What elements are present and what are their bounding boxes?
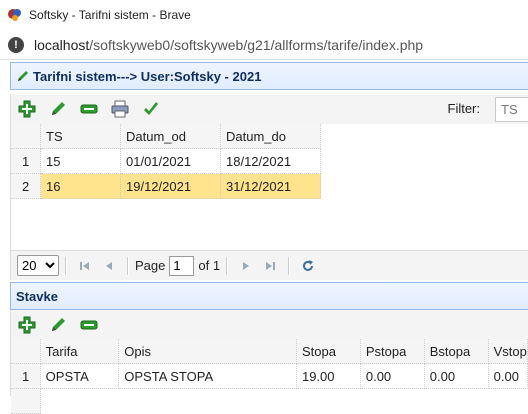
print-icon[interactable] bbox=[110, 99, 130, 119]
filter-input[interactable] bbox=[495, 97, 528, 122]
save-icon[interactable] bbox=[141, 99, 161, 119]
pager-separator bbox=[65, 256, 67, 275]
page-number-input[interactable] bbox=[169, 255, 195, 276]
column-header-pstopa[interactable]: Pstopa bbox=[360, 339, 425, 364]
cell-bstopa[interactable]: 0.00 bbox=[424, 364, 489, 389]
row-number: 2 bbox=[11, 174, 41, 199]
remove-icon[interactable] bbox=[79, 99, 99, 119]
cell-ts[interactable]: 16 bbox=[41, 174, 121, 199]
cell-datum-do[interactable]: 31/12/2021 bbox=[221, 174, 321, 199]
cell-stopa[interactable]: 19.00 bbox=[296, 364, 361, 389]
column-header-datum-do[interactable]: Datum_do bbox=[221, 124, 321, 149]
stavke-toolbar bbox=[10, 310, 528, 340]
column-header-vstop[interactable]: Vstop bbox=[488, 339, 528, 364]
grid-header-row: TS Datum_od Datum_do bbox=[11, 124, 528, 149]
cell-ts[interactable]: 15 bbox=[41, 149, 121, 174]
cell-pstopa[interactable]: 0.00 bbox=[360, 364, 425, 389]
pager-separator bbox=[226, 256, 229, 275]
column-header-datum-od[interactable]: Datum_od bbox=[121, 124, 221, 149]
add-icon[interactable] bbox=[17, 99, 37, 119]
page-label: Page bbox=[135, 258, 166, 273]
add-icon[interactable] bbox=[17, 315, 37, 335]
row-number-header bbox=[11, 339, 41, 364]
next-page-icon[interactable] bbox=[238, 258, 254, 274]
stavke-panel-header: Stavke bbox=[10, 282, 528, 310]
column-header-bstopa[interactable]: Bstopa bbox=[424, 339, 489, 364]
app-content: Tarifni sistem---> User:Softsky - 2021 F… bbox=[0, 62, 528, 414]
column-header-opis[interactable]: Opis bbox=[119, 339, 297, 364]
filter-label: Filter: bbox=[447, 101, 481, 116]
last-page-icon[interactable] bbox=[262, 258, 278, 274]
window-titlebar: Softsky - Tarifni sistem - Brave bbox=[0, 0, 528, 30]
cell-datum-od[interactable]: 19/12/2021 bbox=[121, 174, 221, 199]
prev-page-icon[interactable] bbox=[101, 258, 117, 274]
main-panel-header: Tarifni sistem---> User:Softsky - 2021 bbox=[10, 62, 528, 90]
edit-icon[interactable] bbox=[48, 315, 68, 335]
table-row[interactable]: 1 15 01/01/2021 18/12/2021 bbox=[11, 149, 528, 174]
pager-separator bbox=[127, 256, 129, 275]
app-icon bbox=[6, 6, 24, 24]
row-number bbox=[11, 389, 41, 414]
row-number: 1 bbox=[11, 149, 41, 174]
cell-opis[interactable]: OPSTA STOPA bbox=[119, 364, 297, 389]
stavke-grid: Tarifa Opis Stopa Pstopa Bstopa Vstop 1 … bbox=[10, 339, 528, 414]
remove-icon[interactable] bbox=[79, 315, 99, 335]
cell-vstop[interactable]: 0.00 bbox=[488, 364, 528, 389]
refresh-icon[interactable] bbox=[300, 258, 316, 274]
url-host: localhost bbox=[34, 36, 90, 53]
pager-separator bbox=[288, 256, 291, 275]
cell-datum-do[interactable]: 18/12/2021 bbox=[221, 149, 321, 174]
main-panel-title: Tarifni sistem---> User:Softsky - 2021 bbox=[33, 68, 262, 84]
grid-header-row: Tarifa Opis Stopa Pstopa Bstopa Vstop bbox=[11, 339, 528, 364]
main-toolbar: Filter: bbox=[10, 94, 528, 124]
pagination-bar: 20 Page of 1 bbox=[10, 250, 528, 280]
pencil-icon bbox=[16, 69, 30, 83]
column-header-stopa[interactable]: Stopa bbox=[296, 339, 361, 364]
first-page-icon[interactable] bbox=[77, 258, 93, 274]
column-header-tarifa[interactable]: Tarifa bbox=[40, 339, 120, 364]
info-icon[interactable]: ! bbox=[8, 36, 24, 53]
address-bar[interactable]: ! localhost/softskyweb0/softskyweb/g21/a… bbox=[0, 30, 528, 60]
cell-datum-od[interactable]: 01/01/2021 bbox=[121, 149, 221, 174]
main-grid: TS Datum_od Datum_do 1 15 01/01/2021 18/… bbox=[10, 124, 528, 250]
row-number: 1 bbox=[11, 364, 41, 389]
column-header-ts[interactable]: TS bbox=[41, 124, 121, 149]
cell-tarifa[interactable]: OPSTA bbox=[40, 364, 120, 389]
url-path: /softskyweb0/softskyweb/g21/allforms/tar… bbox=[89, 36, 424, 53]
table-row-empty bbox=[11, 389, 528, 414]
table-row-selected[interactable]: 2 16 19/12/2021 31/12/2021 bbox=[11, 174, 528, 199]
table-row[interactable]: 1 OPSTA OPSTA STOPA 19.00 0.00 0.00 0.00 bbox=[11, 364, 528, 389]
edit-icon[interactable] bbox=[48, 99, 68, 119]
window-title: Softsky - Tarifni sistem - Brave bbox=[29, 8, 191, 22]
stavke-panel-title: Stavke bbox=[16, 288, 58, 304]
page-size-select[interactable]: 20 bbox=[17, 255, 59, 276]
row-number-header bbox=[11, 124, 41, 149]
page-count-label: of 1 bbox=[198, 258, 221, 273]
